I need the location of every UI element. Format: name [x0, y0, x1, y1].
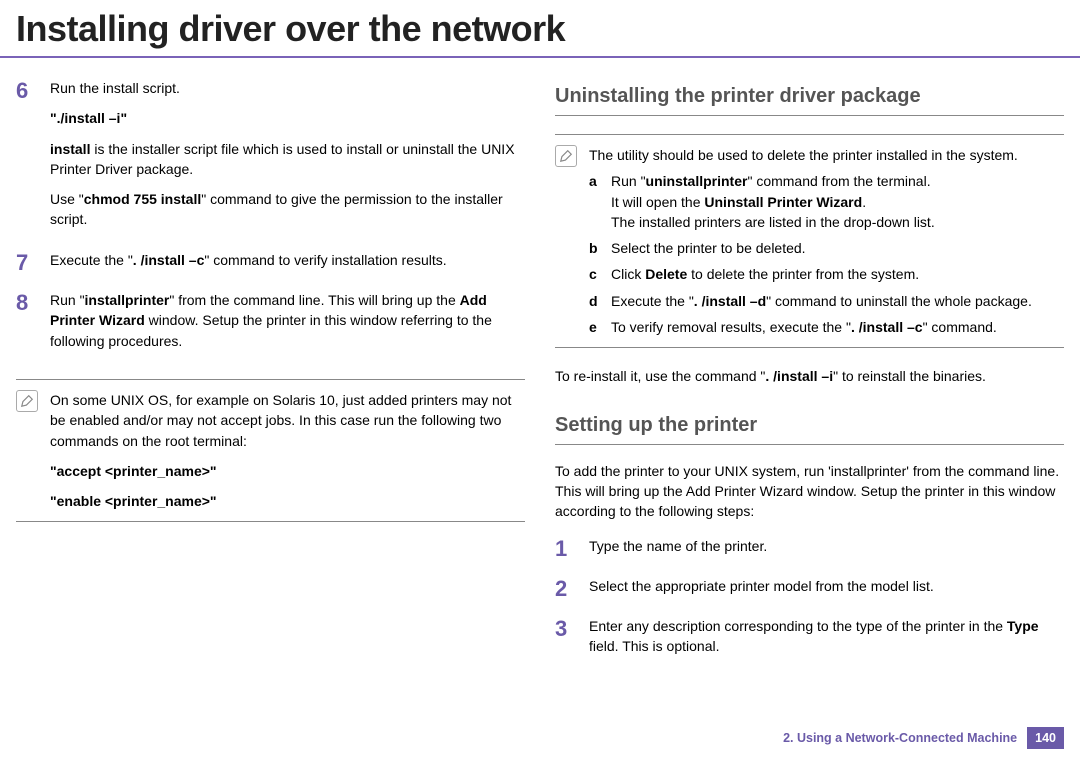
text: The utility should be used to delete the…: [589, 145, 1064, 165]
step-body: Run the install script. "./install –i" i…: [50, 78, 525, 240]
text: Run "uninstallprinter" command from the …: [611, 171, 1064, 232]
text: To verify removal results, execute the "…: [611, 317, 1064, 337]
step-7: 7 Execute the ". /install –c" command to…: [16, 250, 525, 280]
text: To add the printer to your UNIX system, …: [555, 461, 1064, 522]
setup-step-1: 1 Type the name of the printer.: [555, 536, 1064, 566]
text: Execute the ". /install –c" command to v…: [50, 250, 525, 270]
note-icon: [555, 145, 577, 167]
setup-step-2: 2 Select the appropriate printer model f…: [555, 576, 1064, 606]
text: Type the name of the printer.: [589, 536, 1064, 556]
footer-chapter: 2. Using a Network-Connected Machine: [783, 731, 1017, 745]
text: Run "installprinter" from the command li…: [50, 290, 525, 351]
step-body: Select the appropriate printer model fro…: [589, 576, 1064, 606]
text: Select the appropriate printer model fro…: [589, 576, 1064, 596]
step-body: Type the name of the printer.: [589, 536, 1064, 566]
step-6: 6 Run the install script. "./install –i"…: [16, 78, 525, 240]
list-letter: a: [589, 171, 603, 232]
section-heading-uninstall: Uninstalling the printer driver package: [555, 82, 1064, 116]
list-item-e: e To verify removal results, execute the…: [589, 317, 1064, 337]
step-number: 2: [555, 576, 577, 600]
text: install is the installer script file whi…: [50, 139, 525, 180]
content-columns: 6 Run the install script. "./install –i"…: [0, 58, 1080, 677]
page-title: Installing driver over the network: [0, 0, 1080, 58]
list-letter: e: [589, 317, 603, 337]
page-number: 140: [1027, 727, 1064, 749]
right-column: Uninstalling the printer driver package …: [555, 78, 1064, 677]
note-body: The utility should be used to delete the…: [589, 145, 1064, 337]
list-item-d: d Execute the ". /install –d" command to…: [589, 291, 1064, 311]
note-icon: [16, 390, 38, 412]
step-number: 7: [16, 250, 38, 274]
text: On some UNIX OS, for example on Solaris …: [50, 390, 525, 451]
list-letter: b: [589, 238, 603, 258]
step-body: Execute the ". /install –c" command to v…: [50, 250, 525, 280]
step-body: Run "installprinter" from the command li…: [50, 290, 525, 361]
text: To re-install it, use the command ". /in…: [555, 366, 1064, 386]
setup-step-3: 3 Enter any description corresponding to…: [555, 616, 1064, 667]
list-item-b: b Select the printer to be deleted.: [589, 238, 1064, 258]
text: Enter any description corresponding to t…: [589, 616, 1064, 657]
step-number: 6: [16, 78, 38, 102]
list-letter: c: [589, 264, 603, 284]
step-body: Enter any description corresponding to t…: [589, 616, 1064, 667]
step-8: 8 Run "installprinter" from the command …: [16, 290, 525, 361]
text: Execute the ". /install –d" command to u…: [611, 291, 1064, 311]
text: Run the install script.: [50, 78, 525, 98]
left-column: 6 Run the install script. "./install –i"…: [16, 78, 525, 677]
text: Select the printer to be deleted.: [611, 238, 1064, 258]
step-number: 1: [555, 536, 577, 560]
text: Use "chmod 755 install" command to give …: [50, 189, 525, 230]
list-item-a: a Run "uninstallprinter" command from th…: [589, 171, 1064, 232]
step-number: 8: [16, 290, 38, 314]
note-body: On some UNIX OS, for example on Solaris …: [50, 390, 525, 511]
command: "./install –i": [50, 108, 525, 128]
note-box: The utility should be used to delete the…: [555, 134, 1064, 348]
note-box: On some UNIX OS, for example on Solaris …: [16, 379, 525, 522]
step-number: 3: [555, 616, 577, 640]
list-item-c: c Click Delete to delete the printer fro…: [589, 264, 1064, 284]
list-letter: d: [589, 291, 603, 311]
command: "enable <printer_name>": [50, 491, 525, 511]
text: Click Delete to delete the printer from …: [611, 264, 1064, 284]
footer: 2. Using a Network-Connected Machine 140: [783, 727, 1064, 749]
section-heading-setup: Setting up the printer: [555, 411, 1064, 445]
command: "accept <printer_name>": [50, 461, 525, 481]
